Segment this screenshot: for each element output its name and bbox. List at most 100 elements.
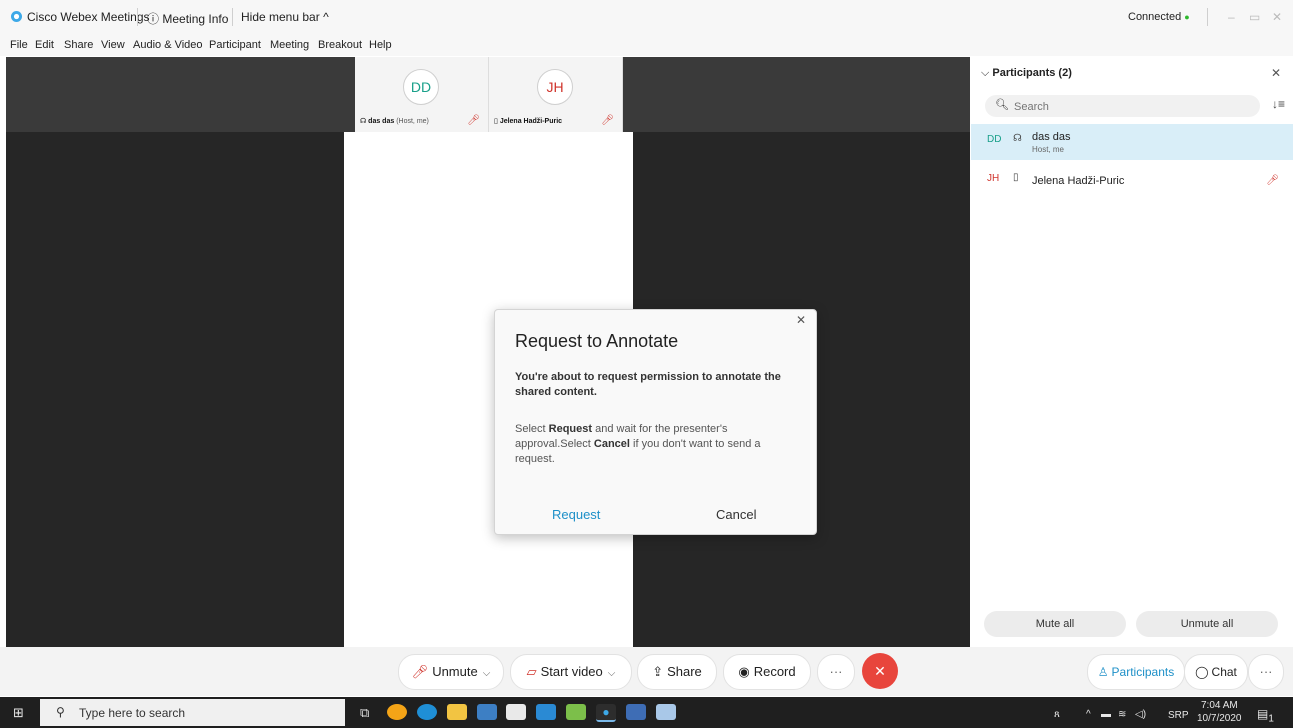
panel-more-button[interactable]: ··· [1248,654,1284,690]
person-icon: ♙ [1097,665,1109,679]
menu-view[interactable]: View [101,39,125,51]
chat-button[interactable]: ◯ Chat [1184,654,1248,690]
mute-all-button[interactable]: Mute all [984,611,1126,637]
participant-name: das das [1032,131,1071,143]
avatar: DD [403,69,439,105]
meeting-info-button[interactable]: ⓘ Meeting Info [147,10,228,27]
webex-logo-icon [10,10,23,26]
task-view-icon[interactable]: ⧉ [360,705,369,721]
participants-button[interactable]: ♙ Participants [1087,654,1185,690]
phone-icon: ▯ [494,118,498,125]
mic-muted-icon: 🎤︎ [1266,175,1279,186]
share-icon: ⇪ [652,664,664,679]
hide-menu-bar-button[interactable]: Hide menu bar ^ [241,10,329,24]
title-bar: Cisco Webex Meetings ⓘ Meeting Info Hide… [0,0,1293,36]
snipping-tool-icon[interactable] [656,704,676,720]
participant-name: Jelena Hadži-Puric [1032,175,1125,187]
participant-row[interactable]: DD ☊ das das Host, me [971,124,1293,160]
notifications-icon[interactable]: ▤1 [1257,707,1274,724]
tray-chevron-up-icon[interactable]: ^ [1086,709,1091,720]
mic-muted-icon: 🎤︎ [601,115,614,126]
avatar: DD [987,134,1002,145]
menu-file[interactable]: File [10,39,28,51]
panel-header[interactable]: ⌵ Participants (2) [981,67,1072,80]
dialog-body-text: Select Request and wait for the presente… [515,423,761,465]
people-icon[interactable]: ጸ [1054,709,1060,720]
maximize-button[interactable]: ▭ [1249,10,1260,24]
more-options-button[interactable]: ··· [817,654,855,690]
photos-icon[interactable] [566,704,586,720]
sort-icon[interactable]: ↓≡ [1272,97,1285,111]
request-annotate-dialog: ✕ Request to Annotate You're about to re… [494,309,817,535]
terminal-icon[interactable] [477,704,497,720]
mail-icon[interactable] [536,704,556,720]
video-off-icon: ▱ [526,664,537,679]
battery-icon[interactable]: ▬ [1101,709,1111,720]
chrome-icon[interactable] [387,704,407,720]
connection-status: Connected ● [1128,11,1190,23]
search-icon: ⚲ [56,705,65,719]
document-icon[interactable] [626,704,646,720]
headset-icon: ☊ [360,118,367,125]
share-button[interactable]: ⇪ Share [637,654,717,690]
participant-row[interactable]: JH ▯ Jelena Hadži-Puric 🎤︎ [971,163,1293,199]
volume-icon[interactable]: ◁) [1135,709,1146,720]
unmute-all-button[interactable]: Unmute all [1136,611,1278,637]
webex-taskbar-icon[interactable]: ● [596,704,616,722]
dialog-lead-text: You're about to request permission to an… [515,371,781,398]
end-meeting-button[interactable]: ✕ [862,653,898,689]
menu-meeting[interactable]: Meeting [270,39,309,51]
file-explorer-icon[interactable] [447,704,467,720]
edge-icon[interactable] [417,704,437,720]
menu-participant[interactable]: Participant [209,39,261,51]
windows-taskbar: ⊞ ⚲ Type here to search ⧉ [0,697,1293,728]
chevron-down-icon: ⌵ [607,668,616,679]
menu-help[interactable]: Help [369,39,392,51]
search-icon: 🔍︎ [995,99,1009,111]
clock-date[interactable]: 10/7/2020 [1197,713,1242,724]
unmute-button[interactable]: 🎤︎ Unmute ⌵ [398,654,504,690]
mic-muted-icon: 🎤︎ [411,664,429,679]
app-title: Cisco Webex Meetings [27,10,150,24]
menu-share[interactable]: Share [64,39,93,51]
start-video-button[interactable]: ▱ Start video ⌵ [510,654,632,690]
menu-audio-video[interactable]: Audio & Video [133,39,203,51]
avatar: JH [537,69,573,105]
chat-icon: ◯ [1195,665,1209,679]
headset-icon: ☊ [1013,133,1022,144]
record-icon: ◉ [738,664,750,679]
language-indicator[interactable]: SRP [1168,710,1189,721]
search-input[interactable] [1012,97,1246,116]
video-tile-jelena[interactable]: JH ▯ Jelena Hadži-Puric 🎤︎ [489,57,623,132]
avatar: JH [987,173,1000,184]
close-icon[interactable]: ✕ [796,313,806,327]
clock-time[interactable]: 7:04 AM [1201,700,1238,711]
participant-role: Host, me [1032,145,1065,154]
video-tile-das-das[interactable]: DD ☊ das das (Host, me) 🎤︎ [355,57,489,132]
phone-icon: ▯ [1013,172,1019,183]
wifi-icon[interactable]: ≋ [1118,709,1126,720]
dialog-title: Request to Annotate [515,331,679,351]
chevron-down-icon: ⌵ [981,67,990,79]
close-window-button[interactable]: ✕ [1272,10,1282,24]
chevron-up-icon: ^ [323,10,329,24]
connected-dot-icon: ● [1184,12,1190,22]
windows-start-icon[interactable]: ⊞ [13,705,24,721]
participants-panel: ⌵ Participants (2) ✕ 🔍︎ ↓≡ DD ☊ das das … [971,57,1293,647]
info-icon: ⓘ [147,12,160,26]
request-button[interactable]: Request [552,507,600,522]
participant-search: 🔍︎ [985,95,1260,117]
menu-breakout[interactable]: Breakout [318,39,362,51]
close-panel-button[interactable]: ✕ [1271,66,1281,80]
mic-muted-icon: 🎤︎ [467,115,480,126]
menu-bar: File Edit Share View Audio & Video Parti… [0,36,1293,56]
meeting-toolbar: 🎤︎ Unmute ⌵ ▱ Start video ⌵ ⇪ Share ◉ Record ·… [0,647,1293,696]
minimize-button[interactable]: – [1228,10,1235,24]
close-icon: ✕ [874,663,886,679]
store-icon[interactable] [506,704,526,720]
cancel-button[interactable]: Cancel [716,507,756,522]
chevron-down-icon: ⌵ [482,668,491,679]
record-button[interactable]: ◉ Record [723,654,811,690]
menu-edit[interactable]: Edit [35,39,54,51]
taskbar-search[interactable]: ⚲ Type here to search [40,699,345,726]
